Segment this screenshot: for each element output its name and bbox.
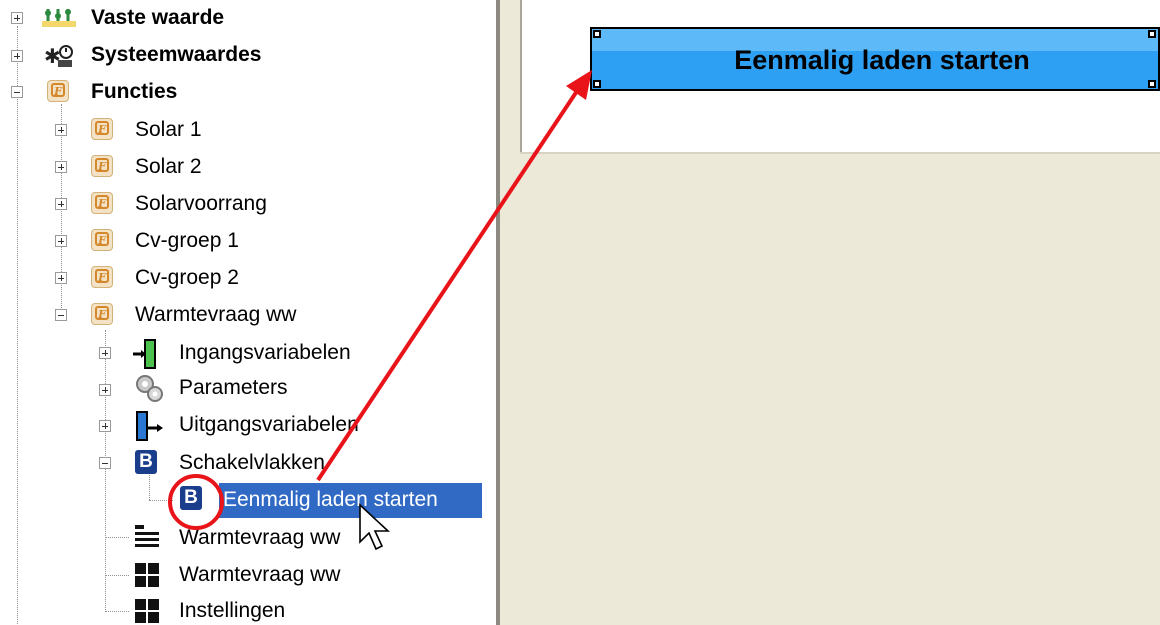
canvas-border <box>520 0 522 152</box>
expand-plus-icon[interactable] <box>99 384 111 396</box>
button-b-icon: B <box>180 486 202 510</box>
collapse-minus-icon[interactable] <box>99 457 111 469</box>
tree-item-label: Cv-groep 1 <box>135 229 239 252</box>
output-variables-icon <box>136 411 163 441</box>
tree-item-label: Systeemwaardes <box>91 43 262 66</box>
expand-plus-icon[interactable] <box>55 198 67 210</box>
canvas-button-eenmalig-laden-starten[interactable]: Eenmalig laden starten <box>590 27 1160 91</box>
tree-item-label: Functies <box>91 80 178 103</box>
system-values-icon: ✱ <box>44 44 73 68</box>
expand-plus-icon[interactable] <box>11 12 23 24</box>
resize-handle-bottom-right[interactable] <box>1148 80 1156 88</box>
tree-item-label: Schakelvlakken <box>179 451 325 474</box>
settings-grid-icon <box>135 599 159 623</box>
fixed-value-icon <box>42 9 76 27</box>
canvas-button-label: Eenmalig laden starten <box>734 45 1030 75</box>
function-icon: F <box>91 229 113 251</box>
function-icon: F <box>91 118 113 140</box>
function-icon: F <box>91 303 113 325</box>
selected-row[interactable]: Eenmalig laden starten <box>219 483 482 518</box>
tree-item-label: Warmtevraag ww <box>135 303 297 326</box>
tree-item-label: Parameters <box>179 376 288 399</box>
expand-plus-icon[interactable] <box>99 420 111 432</box>
tree-item-label: Solar 1 <box>135 118 202 141</box>
resize-handle-bottom-left[interactable] <box>593 80 601 88</box>
tree-item-label: Solarvoorrang <box>135 192 267 215</box>
tree-item-label: Solar 2 <box>135 155 202 178</box>
input-variables-icon <box>133 339 156 369</box>
function-icon: F <box>91 266 113 288</box>
function-icon: F <box>47 80 69 102</box>
tree-item-label: Instellingen <box>179 599 286 622</box>
tree-item-label: Ingangsvariabelen <box>179 341 351 364</box>
expand-plus-icon[interactable] <box>99 347 111 359</box>
button-b-icon: B <box>135 450 157 474</box>
list-view-icon <box>135 525 159 547</box>
function-icon: F <box>91 155 113 177</box>
expand-plus-icon[interactable] <box>55 124 67 136</box>
collapse-minus-icon[interactable] <box>11 86 23 98</box>
resize-handle-top-right[interactable] <box>1148 30 1156 38</box>
tree-item-label: Warmtevraag ww <box>179 563 341 586</box>
function-icon: F <box>91 192 113 214</box>
tree-panel: Vaste waarde ✱ Systeemwaardes F Functies… <box>0 0 496 625</box>
collapse-minus-icon[interactable] <box>55 309 67 321</box>
tree-item-label: Warmtevraag ww <box>179 526 341 549</box>
resize-handle-top-left[interactable] <box>593 30 601 38</box>
canvas-divider <box>520 152 1160 154</box>
tree-item-label: Eenmalig laden starten <box>223 488 438 511</box>
expand-plus-icon[interactable] <box>55 161 67 173</box>
parameters-gears-icon <box>136 375 163 402</box>
grid-view-icon <box>135 563 159 587</box>
tree-item-label: Uitgangsvariabelen <box>179 413 359 436</box>
expand-plus-icon[interactable] <box>55 272 67 284</box>
expand-plus-icon[interactable] <box>11 50 23 62</box>
tree-item-label: Cv-groep 2 <box>135 266 239 289</box>
tree-item-label: Vaste waarde <box>91 6 225 29</box>
expand-plus-icon[interactable] <box>55 235 67 247</box>
